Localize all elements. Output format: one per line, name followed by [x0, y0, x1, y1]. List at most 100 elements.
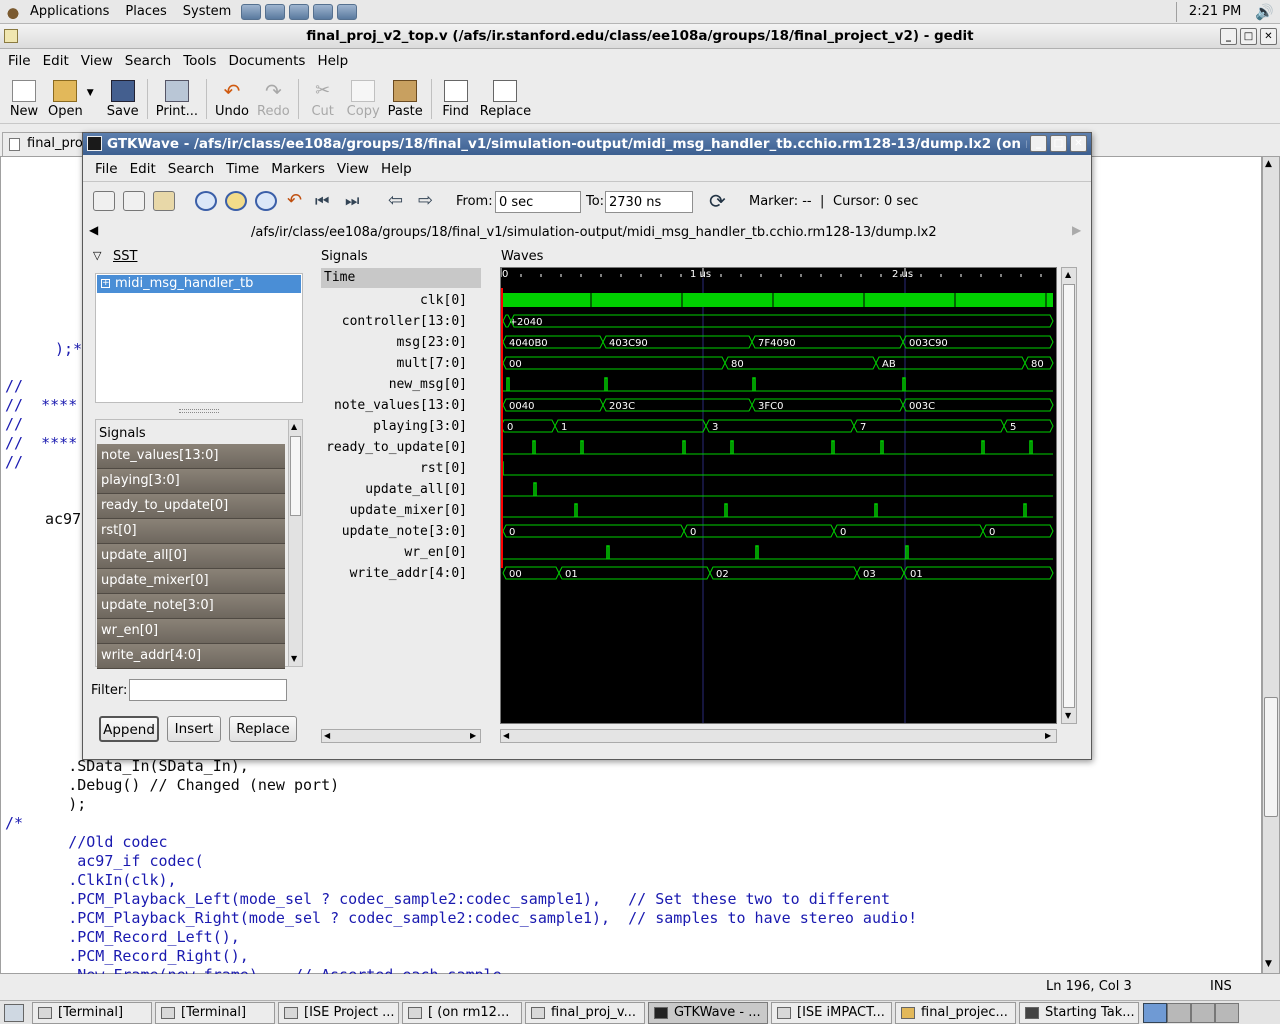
menu-help[interactable]: Help	[311, 53, 354, 69]
signals-hscrollbar[interactable]: ◀ ▶	[321, 729, 481, 743]
signal-list-item[interactable]: rst[0]	[97, 519, 285, 544]
save-button[interactable]: Save	[103, 74, 143, 119]
zoom-fit-icon[interactable]	[195, 191, 217, 211]
path-scroll-left-icon[interactable]: ◀	[89, 223, 98, 237]
reload-icon[interactable]: ⟳	[709, 189, 726, 213]
menu-view[interactable]: View	[331, 161, 375, 177]
menu-edit[interactable]: Edit	[124, 161, 162, 177]
browser-launcher-icon[interactable]	[241, 3, 262, 20]
terminal-launcher-icon[interactable]	[337, 3, 358, 20]
filter-input[interactable]	[129, 679, 287, 701]
task-terminal-2[interactable]: [Terminal]	[155, 1001, 275, 1024]
cut-button[interactable]: ✂ Cut	[303, 74, 343, 119]
editor-scrollbar[interactable]: ▲ ▼	[1262, 156, 1280, 974]
scroll-thumb[interactable]	[290, 436, 301, 516]
signal-name[interactable]: clk[0]	[325, 290, 481, 311]
cut-traces-icon[interactable]	[93, 191, 115, 211]
undo-zoom-icon[interactable]: ↶	[287, 190, 302, 211]
task-terminal-1[interactable]: [Terminal]	[32, 1001, 152, 1024]
menu-file[interactable]: File	[89, 161, 124, 177]
menu-markers[interactable]: Markers	[265, 161, 331, 177]
maximize-button[interactable]: □	[1240, 28, 1257, 45]
print-button[interactable]: Print...	[152, 74, 202, 119]
task-gedit[interactable]: final_proj_v...	[525, 1001, 645, 1024]
gnome-foot-icon[interactable]	[4, 3, 22, 20]
signal-name[interactable]: ready_to_update[0]	[325, 437, 481, 458]
workspace-1[interactable]	[1143, 1002, 1167, 1023]
scroll-right-arrow[interactable]: ▶	[1045, 731, 1051, 740]
redo-button[interactable]: ↷ Redo	[253, 74, 294, 119]
menu-documents[interactable]: Documents	[222, 53, 311, 69]
mail-launcher-icon[interactable]	[265, 3, 286, 20]
signal-name[interactable]: new_msg[0]	[325, 374, 481, 395]
menu-time[interactable]: Time	[220, 161, 265, 177]
sst-collapse-icon[interactable]: ▽	[93, 249, 101, 262]
close-button[interactable]: ✕	[1260, 28, 1277, 45]
signal-list-item[interactable]: note_values[13:0]	[97, 444, 285, 469]
signal-name[interactable]: playing[3:0]	[325, 416, 481, 437]
menu-search[interactable]: Search	[119, 53, 177, 69]
scroll-up-arrow[interactable]: ▲	[1265, 159, 1272, 169]
menu-view[interactable]: View	[75, 53, 119, 69]
signal-list-item[interactable]: ready_to_update[0]	[97, 494, 285, 519]
workspace-3[interactable]	[1191, 1002, 1215, 1023]
minimize-button[interactable]: _	[1030, 135, 1047, 152]
signal-list-item[interactable]: update_mixer[0]	[97, 569, 285, 594]
maximize-button[interactable]: □	[1050, 135, 1067, 152]
system-menu[interactable]: System	[175, 4, 239, 19]
new-button[interactable]: New	[4, 74, 44, 119]
expand-icon[interactable]: +	[101, 279, 110, 288]
signal-list-item[interactable]: write_addr[4:0]	[97, 644, 285, 669]
signal-list-item[interactable]: update_note[3:0]	[97, 594, 285, 619]
signal-name[interactable]: msg[23:0]	[325, 332, 481, 353]
menu-edit[interactable]: Edit	[37, 53, 75, 69]
workspace-2[interactable]	[1167, 1002, 1191, 1023]
task-final-project-folder[interactable]: final_projec...	[895, 1001, 1016, 1024]
clock[interactable]: 2:21 PM	[1189, 4, 1241, 19]
scroll-left-arrow[interactable]: ◀	[503, 731, 509, 740]
signal-list-item[interactable]: update_all[0]	[97, 544, 285, 569]
signal-name[interactable]: update_all[0]	[325, 479, 481, 500]
signal-name[interactable]: mult[7:0]	[325, 353, 481, 374]
signal-name[interactable]: rst[0]	[325, 458, 481, 479]
zoom-out-icon[interactable]	[255, 191, 277, 211]
from-time-input[interactable]	[495, 191, 581, 213]
gtkwave-titlebar[interactable]: GTKWave - /afs/ir/class/ee108a/groups/18…	[83, 133, 1091, 155]
zoom-to-start-icon[interactable]: ⏮	[315, 191, 329, 211]
page-right-icon[interactable]: ⇨	[418, 190, 433, 211]
append-button[interactable]: Append	[99, 716, 159, 742]
menu-help[interactable]: Help	[375, 161, 418, 177]
notes-launcher-icon[interactable]	[289, 3, 310, 20]
signal-name[interactable]: note_values[13:0]	[325, 395, 481, 416]
copy-button[interactable]: Copy	[343, 74, 384, 119]
zoom-in-icon[interactable]	[225, 191, 247, 211]
hierarchy-tree[interactable]: + midi_msg_handler_tb	[95, 273, 303, 403]
task-rm12[interactable]: [ (on rm12...	[402, 1001, 522, 1024]
copy-traces-icon[interactable]	[123, 191, 145, 211]
minimize-button[interactable]: _	[1220, 28, 1237, 45]
scroll-up-arrow[interactable]: ▲	[1065, 270, 1071, 279]
task-screenshot[interactable]: Starting Tak...	[1019, 1001, 1139, 1024]
show-desktop-icon[interactable]	[4, 1003, 24, 1022]
volume-icon[interactable]: 🔊	[1255, 3, 1274, 21]
to-time-input[interactable]	[605, 191, 693, 213]
signal-list[interactable]: note_values[13:0] playing[3:0] ready_to_…	[97, 444, 285, 669]
replace-button[interactable]: Replace	[476, 74, 535, 119]
calendar-launcher-icon[interactable]	[313, 3, 334, 20]
open-recent-arrow[interactable]: ▼	[87, 74, 103, 98]
tree-item-midi-msg-handler-tb[interactable]: + midi_msg_handler_tb	[97, 275, 301, 293]
menu-file[interactable]: File	[2, 53, 37, 69]
scroll-up-arrow[interactable]: ▲	[291, 422, 297, 431]
signal-name[interactable]: update_mixer[0]	[325, 500, 481, 521]
waves-vscrollbar[interactable]: ▲ ▼	[1061, 267, 1077, 724]
scroll-right-arrow[interactable]: ▶	[470, 731, 476, 740]
applications-menu[interactable]: Applications	[22, 4, 117, 19]
menu-tools[interactable]: Tools	[177, 53, 222, 69]
path-scroll-right-icon[interactable]: ▶	[1072, 223, 1081, 237]
open-button[interactable]: Open	[44, 74, 87, 119]
find-button[interactable]: Find	[436, 74, 476, 119]
gedit-titlebar[interactable]: final_proj_v2_top.v (/afs/ir.stanford.ed…	[0, 24, 1280, 49]
scroll-down-arrow[interactable]: ▼	[291, 654, 297, 663]
signal-list-item[interactable]: wr_en[0]	[97, 619, 285, 644]
places-menu[interactable]: Places	[117, 4, 174, 19]
